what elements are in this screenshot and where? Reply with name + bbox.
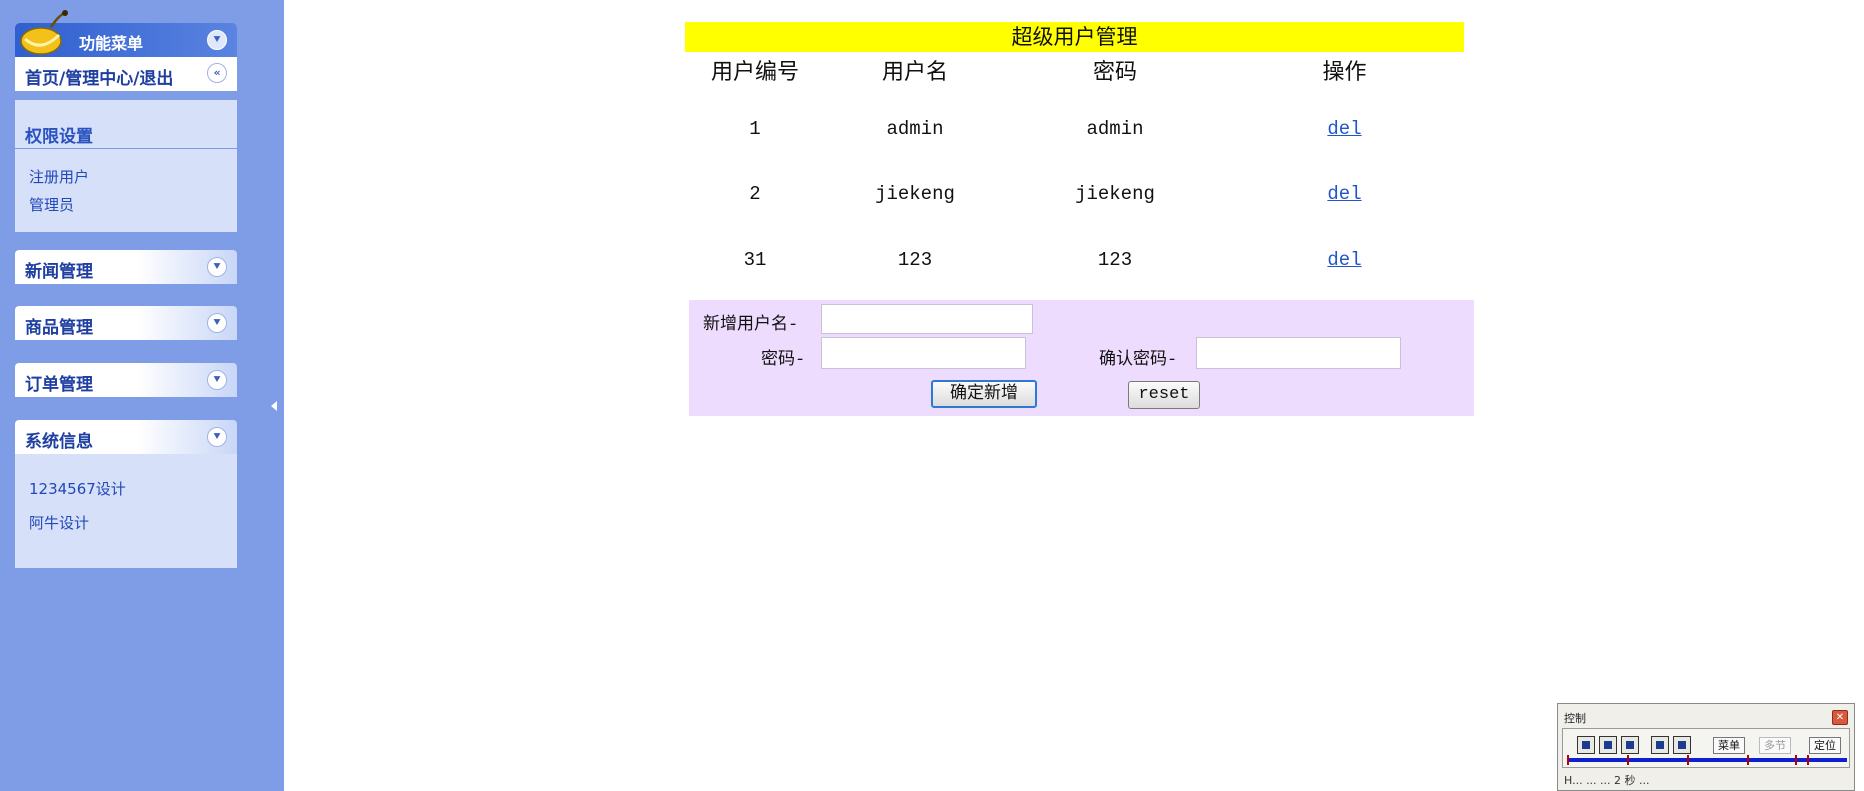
permissions-panel: 权限设置 注册用户 管理员 [15, 100, 237, 232]
system-info-header[interactable]: 系统信息 ⯆ [15, 420, 237, 454]
confirm-password-input[interactable] [1196, 337, 1401, 369]
control-widget: 控制 ✕ 菜单 多节 定位 H... ... ... 2 秒 ... [1557, 703, 1855, 791]
sidebar-item-administrator[interactable]: 管理员 [29, 191, 237, 219]
prev-icon[interactable] [1577, 736, 1595, 754]
system-info-item-1234567[interactable]: 1234567设计 [29, 472, 237, 506]
permissions-list: 注册用户 管理员 [15, 148, 237, 232]
table-cell-password: admin [1086, 118, 1144, 140]
sidebar: 功能菜单 ⯆ 首页/管理中心/退出 « 权限设置 注册用户 管理员 新闻管理 ⯆… [0, 0, 284, 791]
system-info-item-aniu[interactable]: 阿牛设计 [29, 506, 237, 540]
locate-button[interactable]: 定位 [1809, 737, 1841, 754]
system-info-list: 1234567设计 阿牛设计 [15, 454, 237, 568]
news-management-title: 新闻管理 [25, 262, 93, 282]
sidebar-item-register-user[interactable]: 注册用户 [29, 163, 237, 191]
password-input[interactable] [821, 337, 1026, 369]
track-tick [1567, 755, 1569, 765]
column-header-username: 用户名 [881, 60, 948, 85]
page-title: 超级用户管理 [685, 22, 1464, 52]
menu-button[interactable]: 菜单 [1713, 737, 1745, 754]
news-management-header[interactable]: 新闻管理 ⯆ [15, 250, 237, 284]
chevron-left-icon[interactable]: « [207, 63, 227, 83]
confirm-password-label: 确认密码- [1099, 351, 1178, 370]
layout-icon[interactable] [1651, 736, 1669, 754]
home-admin-exit-link[interactable]: 首页/管理中心/退出 [25, 64, 173, 89]
multi-section-button[interactable]: 多节 [1759, 737, 1791, 754]
password-label: 密码- [761, 351, 806, 370]
control-widget-title: 控制 [1564, 712, 1586, 725]
chevron-down-icon[interactable]: ⯆ [207, 30, 227, 50]
table-cell-username: admin [886, 118, 944, 140]
product-management-header[interactable]: 商品管理 ⯆ [15, 306, 237, 340]
track-tick [1687, 755, 1689, 765]
fullscreen-icon[interactable] [1673, 736, 1691, 754]
table-cell-password: 123 [1097, 249, 1133, 271]
delete-link[interactable]: del [1225, 117, 1464, 141]
new-username-label: 新增用户名- [703, 316, 799, 335]
track-tick [1807, 755, 1809, 765]
system-info-title: 系统信息 [25, 432, 93, 452]
chevron-down-icon[interactable]: ⯆ [207, 313, 227, 333]
home-admin-exit-bar[interactable]: 首页/管理中心/退出 « [15, 57, 237, 91]
chevron-down-icon[interactable]: ⯆ [207, 257, 227, 277]
column-header-user-id: 用户编号 [710, 60, 799, 85]
banana-logo-icon [20, 10, 68, 55]
column-header-action: 操作 [1322, 60, 1367, 85]
progress-track[interactable] [1567, 755, 1847, 765]
function-menu-title: 功能菜单 [79, 34, 144, 53]
add-user-form: 新增用户名- 密码- 确认密码- 确定新增 reset [689, 300, 1474, 416]
order-management-header[interactable]: 订单管理 ⯆ [15, 363, 237, 397]
next-icon[interactable] [1621, 736, 1639, 754]
stop-icon[interactable] [1599, 736, 1617, 754]
column-header-password: 密码 [1092, 60, 1137, 85]
table-cell-username: jiekeng [875, 183, 955, 205]
close-icon[interactable]: ✕ [1832, 710, 1848, 725]
reset-button[interactable]: reset [1128, 381, 1200, 409]
control-toolbar: 菜单 多节 定位 [1562, 728, 1850, 768]
permissions-title: 权限设置 [25, 127, 93, 147]
table-cell-password: jiekeng [1075, 183, 1155, 205]
table-cell-username: 123 [897, 249, 933, 271]
confirm-add-button[interactable]: 确定新增 [931, 380, 1037, 408]
product-management-title: 商品管理 [25, 318, 93, 338]
new-username-input[interactable] [821, 304, 1033, 334]
collapse-sidebar-arrow-icon[interactable] [271, 401, 277, 411]
control-widget-status: H... ... ... 2 秒 ... [1564, 774, 1650, 787]
track-tick [1747, 755, 1749, 765]
track-tick [1627, 755, 1629, 765]
order-management-title: 订单管理 [25, 375, 93, 395]
track-tick [1795, 755, 1797, 765]
delete-link[interactable]: del [1225, 182, 1464, 206]
chevron-down-icon[interactable]: ⯆ [207, 370, 227, 390]
table-cell-id: 2 [749, 183, 761, 205]
delete-link[interactable]: del [1225, 248, 1464, 272]
function-menu-header[interactable]: 功能菜单 ⯆ [15, 10, 237, 57]
table-cell-id: 31 [743, 249, 767, 271]
main-content: 超级用户管理 用户编号 用户名 密码 操作 1 admin admin del … [284, 0, 1864, 791]
table-cell-id: 1 [749, 118, 761, 140]
chevron-down-icon[interactable]: ⯆ [207, 427, 227, 447]
